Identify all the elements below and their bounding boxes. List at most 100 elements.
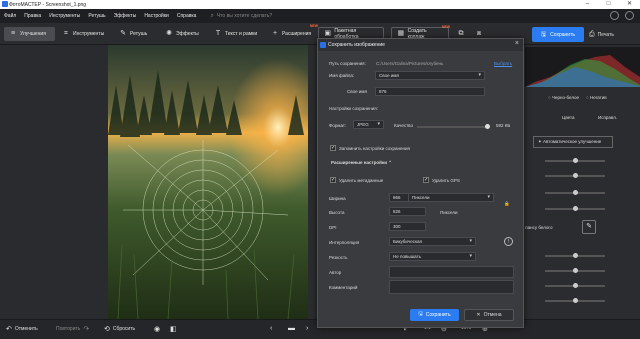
tab-extensions[interactable]: + Расширения NEW	[266, 24, 318, 41]
units-select[interactable]: Пиксели	[408, 193, 494, 202]
search-placeholder: Что вы хотите сделать?	[216, 13, 273, 19]
dialog-cancel-label: Отмена	[483, 312, 502, 318]
close-icon[interactable]: ✕	[619, 0, 640, 9]
own-name-input[interactable]: 876	[375, 87, 485, 96]
undo-button[interactable]: ↶ Отменить	[6, 325, 38, 333]
filename-label: Имя файла:	[329, 73, 355, 78]
dialog-close-icon[interactable]: ×	[515, 40, 519, 47]
menu-settings[interactable]: Настройки	[144, 13, 169, 19]
sharp-select-value: Не повышать	[393, 254, 421, 259]
delete-gps-checkbox[interactable]: ✓	[423, 177, 429, 183]
author-input[interactable]	[389, 266, 514, 278]
tab-retouch-label: Ретушь	[130, 31, 148, 37]
menu-tools[interactable]: Инструменты	[49, 13, 80, 19]
tab-retouch[interactable]: ✎ Ретушь	[114, 27, 152, 41]
effects-icon: ✺	[166, 30, 172, 37]
text-icon: T	[215, 30, 221, 37]
author-label: Автор	[329, 270, 342, 275]
advanced-toggle[interactable]: Расширенные настройки ⌃	[331, 160, 392, 166]
comment-input[interactable]	[389, 280, 514, 294]
eyedropper-icon[interactable]: ✎	[582, 220, 596, 234]
height-input[interactable]: 826	[389, 207, 426, 216]
auto-enhance-button[interactable]: ✦ Автоматическое улучшение	[533, 136, 613, 148]
interp-select[interactable]: Бикубическая	[389, 237, 476, 246]
filename-select[interactable]: Свое имя	[375, 71, 485, 80]
right-slider-2[interactable]	[545, 173, 605, 178]
right-slider-7[interactable]	[545, 283, 605, 288]
histogram	[525, 47, 640, 87]
help-icon[interactable]	[625, 11, 634, 20]
sharp-select[interactable]: Не повышать	[389, 252, 476, 261]
title-bar: ФотоМАСТЕР - Screenshot_1.png – □ ✕	[0, 0, 640, 9]
enhance-icon: ≡	[10, 30, 16, 37]
save-icon: 🖫	[541, 31, 547, 38]
format-label: Формат:	[329, 123, 347, 128]
compare-split-icon[interactable]: ◧	[170, 325, 180, 333]
dialog-save-button[interactable]: 🖫 Сохранить	[410, 309, 459, 321]
redo-icon: ↷	[83, 326, 90, 333]
tab-effects[interactable]: ✺ Эффекты	[160, 27, 204, 41]
own-name-label: Свое имя	[347, 89, 367, 94]
format-select-value: JPEG	[357, 122, 369, 127]
right-slider-5[interactable]	[545, 253, 605, 258]
layers-icon: ⧈	[476, 30, 482, 37]
choose-path-link[interactable]: Выбрать	[494, 61, 512, 66]
print-icon: ⎙	[589, 30, 595, 38]
mode-bw-label: Черно-белое	[551, 95, 580, 100]
tab-tools[interactable]: ⌗ Инструменты	[57, 27, 109, 41]
remember-label: Запомнить настройки сохранения	[339, 146, 410, 151]
right-panel	[525, 45, 640, 319]
folder-icon[interactable]: ▬	[288, 325, 298, 332]
right-slider-4[interactable]	[545, 206, 605, 211]
menu-effects[interactable]: Эффекты	[114, 13, 137, 19]
prev-image-icon[interactable]: ‹	[270, 325, 275, 332]
mode-bw[interactable]: ○ Черно-белое	[548, 95, 579, 100]
account-icon[interactable]	[610, 11, 619, 20]
menu-retouch[interactable]: Ретушь	[88, 13, 105, 19]
minimize-icon[interactable]: –	[577, 0, 598, 9]
tab-fix[interactable]: Исправл.	[598, 115, 617, 120]
lock-icon[interactable]: 🔒	[504, 201, 510, 207]
right-slider-8[interactable]	[545, 298, 605, 303]
menu-help[interactable]: Справка	[177, 13, 197, 19]
maximize-icon[interactable]: □	[598, 0, 619, 9]
right-slider-3[interactable]	[545, 190, 605, 195]
remember-checkbox[interactable]: ✓	[330, 145, 336, 151]
canvas-background-left	[0, 45, 108, 319]
delete-meta-label: Удалить метаданные	[339, 178, 384, 183]
dialog-cancel-icon: ✕	[476, 312, 481, 318]
right-slider-6[interactable]	[545, 268, 605, 273]
filename-select-value: Свое имя	[379, 73, 399, 78]
delete-meta-checkbox[interactable]: ✓	[330, 177, 336, 183]
dialog-cancel-button[interactable]: ✕ Отмена	[464, 309, 514, 321]
tab-text[interactable]: T Текст и рамки	[209, 27, 262, 41]
next-image-icon[interactable]: ›	[306, 325, 311, 332]
reset-icon: ⟲	[104, 326, 110, 333]
mode-negative[interactable]: ○ Негатив	[586, 95, 607, 100]
plus-icon: +	[272, 30, 278, 37]
auto-enhance-label: Автоматическое улучшение	[543, 139, 602, 144]
menu-search[interactable]: ⌕ Что вы хотите сделать?	[210, 13, 272, 20]
quality-slider[interactable]	[417, 124, 490, 129]
photo-canvas[interactable]	[108, 45, 308, 319]
units-label: Пиксели	[440, 210, 458, 215]
tab-enhance[interactable]: ≡ Улучшения	[4, 27, 55, 41]
reset-button[interactable]: ⟲ Сбросить	[104, 325, 135, 333]
redo-button[interactable]: Повторить ↷	[56, 325, 92, 333]
tab-colors[interactable]: Цвета	[562, 115, 575, 120]
menu-edit[interactable]: Правка	[24, 13, 41, 19]
dialog-save-icon: 🖫	[418, 311, 423, 317]
format-select[interactable]: JPEG	[353, 120, 384, 129]
width-label: Ширина	[329, 196, 346, 201]
quality-slider-knob[interactable]	[485, 124, 490, 129]
dpi-input[interactable]: 300	[389, 222, 426, 231]
save-button[interactable]: 🖫 Сохранить	[532, 27, 584, 42]
brush-icon: ✎	[120, 30, 126, 37]
menu-file[interactable]: Файл	[4, 13, 16, 19]
spiderweb-photo	[108, 45, 308, 319]
info-icon[interactable]: !	[504, 237, 513, 246]
right-slider-1[interactable]	[545, 158, 605, 163]
preview-eye-icon[interactable]: ◉	[154, 325, 163, 333]
collage-icon: ▦	[397, 30, 405, 37]
print-button[interactable]: ⎙ Печать	[589, 27, 614, 42]
